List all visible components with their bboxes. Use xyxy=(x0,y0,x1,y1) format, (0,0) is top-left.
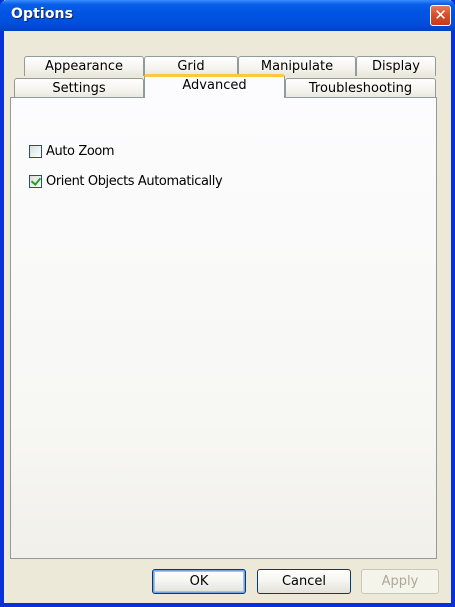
tab-advanced[interactable]: Advanced xyxy=(144,74,285,98)
auto-zoom-option[interactable]: Auto Zoom xyxy=(29,143,115,159)
close-icon[interactable]: ✕ xyxy=(430,5,451,26)
tab-settings[interactable]: Settings xyxy=(14,78,144,98)
advanced-panel xyxy=(10,97,437,559)
tab-manipulate[interactable]: Manipulate xyxy=(238,56,356,76)
auto-zoom-label: Auto Zoom xyxy=(46,143,115,159)
tab-grid[interactable]: Grid xyxy=(144,56,238,76)
orient-objects-checkbox[interactable] xyxy=(29,174,42,188)
tab-display[interactable]: Display xyxy=(356,56,436,76)
cancel-button[interactable]: Cancel xyxy=(257,569,351,594)
tab-appearance[interactable]: Appearance xyxy=(24,56,144,76)
dialog-title: Options xyxy=(11,6,74,22)
apply-button[interactable]: Apply xyxy=(361,569,439,594)
ok-button[interactable]: OK xyxy=(152,569,246,594)
options-dialog: Options ✕ Appearance Grid Manipulate Dis… xyxy=(0,0,455,607)
auto-zoom-checkbox[interactable] xyxy=(29,144,42,158)
orient-objects-option[interactable]: Orient Objects Automatically xyxy=(29,173,223,189)
orient-objects-label: Orient Objects Automatically xyxy=(46,173,223,189)
tab-troubleshooting[interactable]: Troubleshooting xyxy=(285,78,436,98)
title-bar[interactable]: Options ✕ xyxy=(0,0,455,31)
